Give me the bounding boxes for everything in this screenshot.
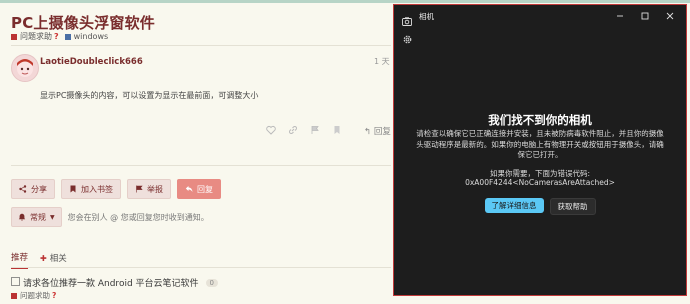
post-reply-label: 回复 [373, 127, 391, 137]
windows-icon [64, 33, 71, 40]
chevron-down-icon: ▼ [50, 213, 55, 221]
notification-row: 常规 ▼ 您会在别人 @ 您或回复您时收到通知。 [11, 207, 209, 227]
reply-count-badge: 0 [205, 278, 218, 287]
camera-window: 相机 我们找不到你的相机 请检查以确保它已正确连接并安装，且未被防病毒软件阻止，… [393, 4, 687, 296]
category-qmark: ? [54, 32, 59, 41]
category-qmark: ? [52, 291, 57, 300]
tag-label: windows [73, 32, 109, 41]
bookmark-icon[interactable] [332, 125, 342, 135]
post-actions [266, 125, 342, 135]
bell-icon [18, 213, 26, 221]
close-icon[interactable] [662, 9, 678, 23]
avatar[interactable] [11, 54, 39, 82]
suggested-topic-category[interactable]: 问题求助? [11, 290, 56, 301]
camera-window-title: 相机 [419, 12, 434, 21]
tag-badge[interactable]: windows [64, 32, 109, 41]
reply-arrow-icon: ↰ [364, 127, 372, 137]
notification-text: 您会在别人 @ 您或回复您时收到通知。 [67, 212, 209, 222]
notification-level-dropdown[interactable]: 常规 ▼ [11, 207, 62, 227]
tab-label: 相关 [49, 254, 67, 264]
camera-error-code: 0xA00F4244<NoCamerasAreAttached> [465, 178, 615, 187]
post-time: 1 天 [374, 57, 390, 66]
checkbox-icon [11, 276, 20, 289]
share-icon [19, 185, 27, 193]
suggested-topic-title: 请求各位推荐一款 Android 平台云笔记软件 [23, 279, 199, 289]
link-icon[interactable] [288, 125, 298, 135]
gear-icon[interactable] [402, 30, 413, 44]
category-label: 问题求助 [20, 32, 52, 41]
reply-label: 回复 [197, 184, 213, 194]
notification-level-label: 常规 [30, 212, 46, 222]
share-label: 分享 [31, 184, 47, 194]
tab-label: 推荐 [11, 253, 29, 263]
category-color-square [11, 33, 17, 40]
camera-app-icon [402, 11, 412, 26]
learn-more-button[interactable]: 了解详细信息 [484, 198, 544, 213]
category-label: 问题求助 [20, 291, 50, 300]
post-content: 显示PC摄像头的内容，可以设置为显示在最前面，可调整大小 [40, 91, 259, 100]
category-color-square [11, 292, 17, 299]
camera-error-heading: 我们找不到你的相机 [488, 113, 592, 127]
topic-title: PC上摄像头浮窗软件 [11, 14, 156, 32]
divider [11, 45, 391, 46]
divider [11, 165, 391, 166]
heart-icon[interactable] [266, 125, 276, 135]
minimize-icon[interactable] [612, 9, 628, 23]
camera-titlebar[interactable]: 相机 [394, 5, 686, 27]
reply-icon [185, 185, 193, 193]
flag-button[interactable]: 举报 [127, 179, 171, 199]
suggested-topic[interactable]: 请求各位推荐一款 Android 平台云笔记软件 0 [11, 276, 218, 289]
post-username[interactable]: LaotieDoubleclick666 [40, 57, 143, 67]
reply-button[interactable]: 回复 [177, 179, 221, 199]
topic-footer-buttons: 分享 加入书签 举报 回复 [11, 179, 221, 199]
category-badge[interactable]: 问题求助? [11, 31, 59, 42]
flag-icon[interactable] [310, 125, 320, 135]
puzzle-icon: ✚ [40, 253, 47, 263]
camera-action-buttons: 了解详细信息 获取帮助 [394, 198, 686, 215]
topic-meta: 问题求助? windows [11, 31, 108, 42]
camera-error-body: 请检查以确保它已正确连接并安装，且未被防病毒软件阻止，并且你的摄像头驱动程序是最… [416, 129, 664, 159]
bookmark-icon [69, 185, 77, 193]
maximize-icon[interactable] [637, 9, 653, 23]
tab-underline [11, 267, 391, 268]
flag-label: 举报 [147, 184, 163, 194]
post-reply-button[interactable]: ↰ 回复 [364, 125, 391, 137]
get-help-button[interactable]: 获取帮助 [549, 198, 596, 215]
share-button[interactable]: 分享 [11, 179, 55, 199]
bookmark-button[interactable]: 加入书签 [61, 179, 121, 199]
bookmark-label: 加入书签 [81, 184, 113, 194]
flag-icon [135, 185, 143, 193]
